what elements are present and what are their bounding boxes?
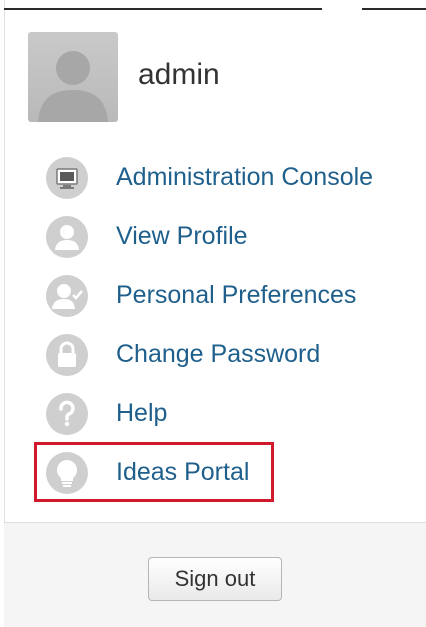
menu-caret-gap bbox=[322, 5, 362, 13]
menu-item-label: Change Password bbox=[116, 340, 321, 368]
lock-icon bbox=[46, 333, 88, 376]
menu-item-label: Help bbox=[116, 399, 168, 427]
menu-item-label: Personal Preferences bbox=[116, 281, 357, 309]
menu-footer: Sign out bbox=[4, 522, 426, 627]
question-icon bbox=[46, 392, 88, 435]
menu-top-border bbox=[4, 8, 426, 10]
menu-item-administration-console[interactable]: Administration Console bbox=[46, 148, 416, 207]
avatar[interactable] bbox=[28, 32, 118, 122]
default-user-avatar-icon bbox=[38, 51, 108, 122]
menu-item-view-profile[interactable]: View Profile bbox=[46, 207, 416, 266]
menu-item-help[interactable]: Help bbox=[46, 384, 416, 443]
user-icon bbox=[46, 215, 88, 258]
menu-item-personal-preferences[interactable]: Personal Preferences bbox=[46, 266, 416, 325]
menu-item-label: View Profile bbox=[116, 222, 248, 250]
menu-item-label: Administration Console bbox=[116, 163, 374, 191]
user-check-icon bbox=[46, 274, 88, 317]
monitor-icon bbox=[46, 156, 88, 199]
username: admin bbox=[138, 58, 220, 91]
ideas-portal-highlight bbox=[34, 442, 274, 502]
menu-item-change-password[interactable]: Change Password bbox=[46, 325, 416, 384]
sign-out-button[interactable]: Sign out bbox=[148, 557, 282, 601]
